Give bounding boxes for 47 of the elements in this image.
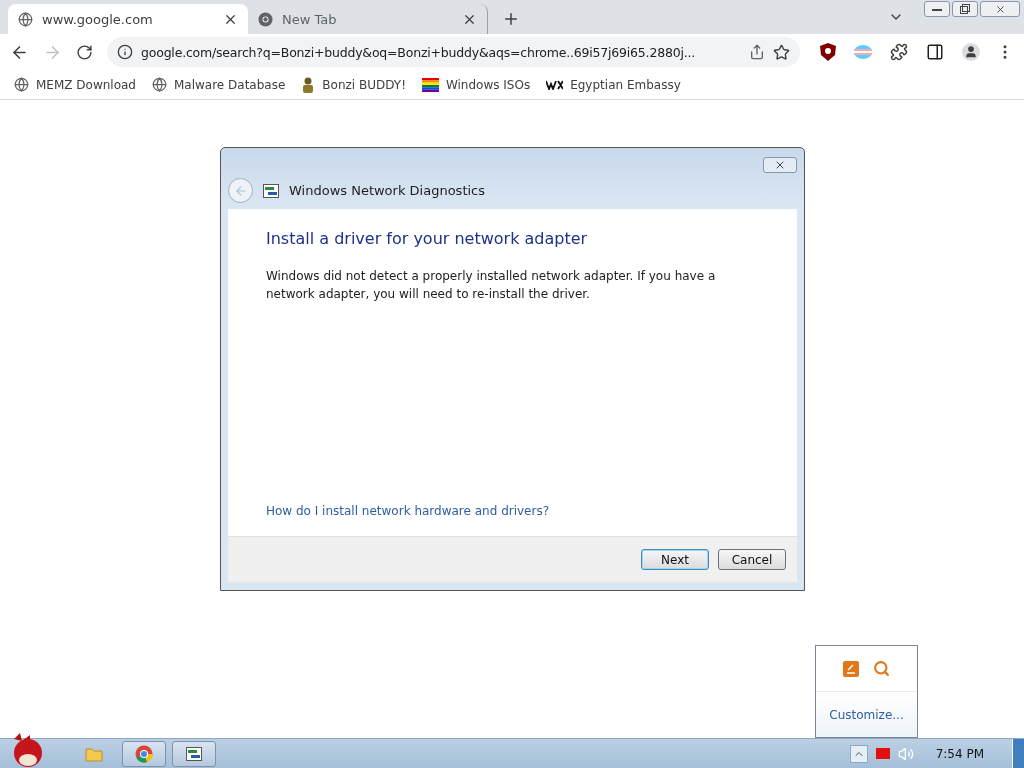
- site-logo-icon: [546, 79, 564, 90]
- figure-icon: [301, 76, 316, 93]
- bookmark[interactable]: Malware Database: [152, 77, 286, 92]
- bookmark[interactable]: MEMZ Download: [14, 77, 136, 92]
- profile-icon[interactable]: [962, 43, 980, 61]
- restore-icon[interactable]: [960, 4, 970, 14]
- window-title: Windows Network Diagnostics: [289, 183, 485, 198]
- folder-icon: [85, 745, 103, 762]
- rainbow-flag-icon: [421, 77, 439, 92]
- close-button[interactable]: [763, 157, 797, 173]
- globe-icon: [18, 11, 33, 27]
- browser-tab[interactable]: www.google.com: [8, 4, 248, 34]
- globe-icon: [152, 77, 167, 92]
- minimize-icon[interactable]: [932, 7, 942, 11]
- extensions-icon[interactable]: [890, 43, 908, 61]
- bookmark[interactable]: Bonzi BUDDY!: [301, 76, 406, 93]
- dialog-button[interactable]: Cancel: [718, 549, 786, 570]
- help-link[interactable]: How do I install network hardware and drivers?: [266, 504, 759, 518]
- restore-button[interactable]: [952, 1, 978, 17]
- address-bar[interactable]: google.com/search?q=Bonzi+buddy&oq=Bonzi+buddy&aqs=chrome..69i57j69i65.2880j...: [107, 37, 800, 67]
- heading: Install a driver for your network adapter: [266, 229, 589, 248]
- star-icon[interactable]: [773, 43, 790, 61]
- close-icon[interactable]: [994, 3, 1006, 15]
- bookmark[interactable]: Windows ISOs: [421, 77, 531, 92]
- info-icon[interactable]: [117, 44, 133, 60]
- browser-logo-icon: [135, 744, 153, 763]
- clock[interactable]: 7:54 PM: [935, 746, 984, 761]
- taskbar-button[interactable]: [122, 740, 166, 767]
- search-icon[interactable]: [873, 660, 890, 677]
- reload-icon[interactable]: [76, 43, 93, 61]
- network-icon: [186, 746, 202, 761]
- shield-icon[interactable]: [820, 43, 836, 61]
- document-icon[interactable]: [843, 660, 859, 677]
- side-panel-icon[interactable]: [926, 43, 944, 61]
- flag-icon[interactable]: [875, 748, 890, 759]
- message: Windows did not detect a properly installed network adapter. If you have a network adapter, you will need to re-install the driver.: [266, 268, 717, 303]
- network-icon: [263, 183, 279, 198]
- globe-icon: [14, 77, 29, 92]
- default-button[interactable]: Next: [641, 549, 709, 570]
- taskbar-button[interactable]: [172, 740, 216, 767]
- new-tab-icon[interactable]: [502, 10, 520, 28]
- browser-logo-icon: [258, 11, 273, 27]
- show-desktop-button[interactable]: [1012, 738, 1024, 768]
- share-icon[interactable]: [749, 44, 765, 60]
- minimize-button[interactable]: [924, 1, 950, 17]
- bookmark[interactable]: Egyptian Embassy: [546, 77, 681, 92]
- close-icon[interactable]: [774, 159, 786, 171]
